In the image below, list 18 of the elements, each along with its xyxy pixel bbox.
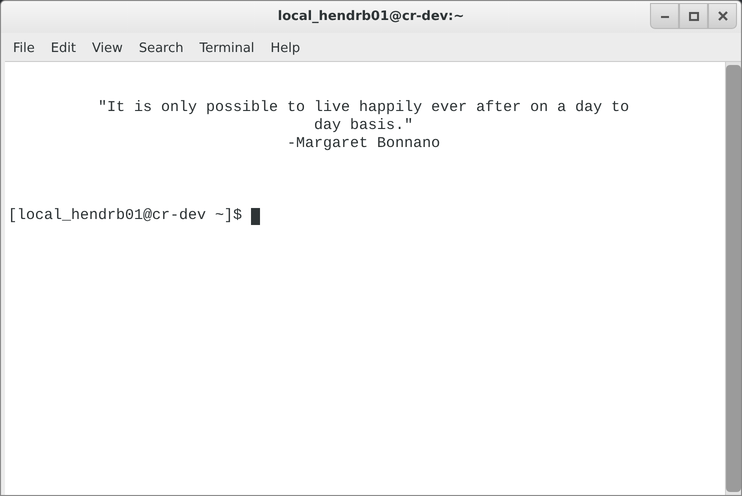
menu-item[interactable]: File [5, 37, 43, 59]
quote-line: day basis." [313, 117, 414, 135]
maximize-icon [688, 12, 698, 20]
minimize-button[interactable] [650, 3, 679, 29]
window-title: local_hendrb01@cr-dev:~ [278, 8, 464, 26]
menu-item[interactable]: Search [130, 37, 192, 59]
shell-prompt: [local_hendrb01@cr-dev ~]$ [8, 207, 244, 225]
close-icon [718, 11, 728, 21]
maximize-button[interactable] [679, 3, 708, 29]
close-button[interactable] [708, 3, 737, 29]
menu-item[interactable]: View [84, 37, 131, 59]
menu-item[interactable]: Terminal [191, 37, 262, 59]
quote-line: -Margaret Bonnano [286, 135, 442, 153]
minimize-icon [660, 14, 668, 18]
text-cursor [251, 208, 260, 224]
menu-item[interactable]: Edit [42, 37, 84, 59]
menu-item[interactable]: Help [262, 37, 308, 59]
quote-line: "It is only possible to live happily ever after on a day to [97, 99, 630, 117]
